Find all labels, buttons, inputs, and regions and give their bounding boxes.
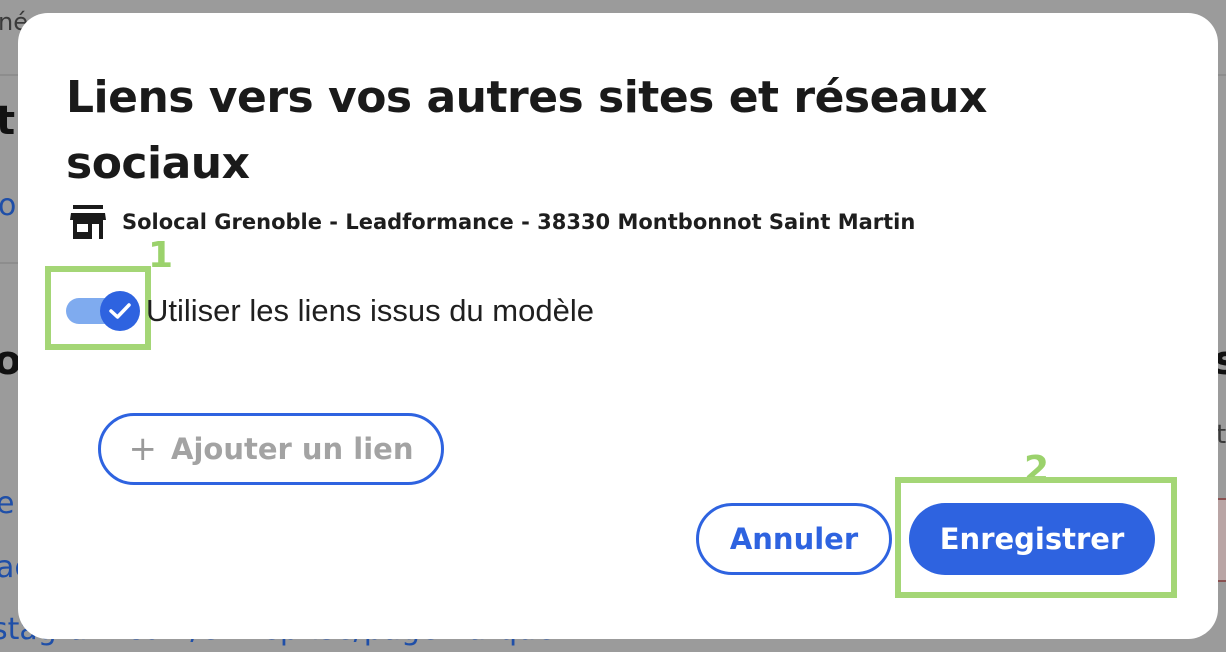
links-dialog: Liens vers vos autres sites et réseaux s… [18, 13, 1218, 639]
dialog-title: Liens vers vos autres sites et réseaux s… [66, 72, 987, 189]
save-button[interactable]: Enregistrer [909, 503, 1155, 575]
toggle-label: Utiliser les liens issus du modèle [146, 293, 594, 328]
plus-icon: + [128, 429, 158, 469]
location-name: Solocal Grenoble - Leadformance - 38330 … [122, 210, 916, 234]
add-link-label: Ajouter un lien [171, 432, 414, 466]
toggle-knob [100, 291, 140, 331]
annotation-marker-1: 1 [148, 235, 174, 276]
use-template-links-toggle[interactable] [64, 291, 140, 331]
bg-divider [0, 74, 18, 76]
store-icon [70, 205, 106, 239]
bg-link: o [0, 188, 17, 223]
bg-divider [0, 262, 18, 264]
cancel-button[interactable]: Annuler [696, 503, 892, 575]
add-link-button[interactable]: + Ajouter un lien [98, 413, 444, 485]
bg-link: e [0, 486, 15, 521]
bg-divider [1218, 74, 1226, 76]
location-row: Solocal Grenoble - Leadformance - 38330 … [70, 205, 915, 239]
check-icon [109, 303, 131, 319]
